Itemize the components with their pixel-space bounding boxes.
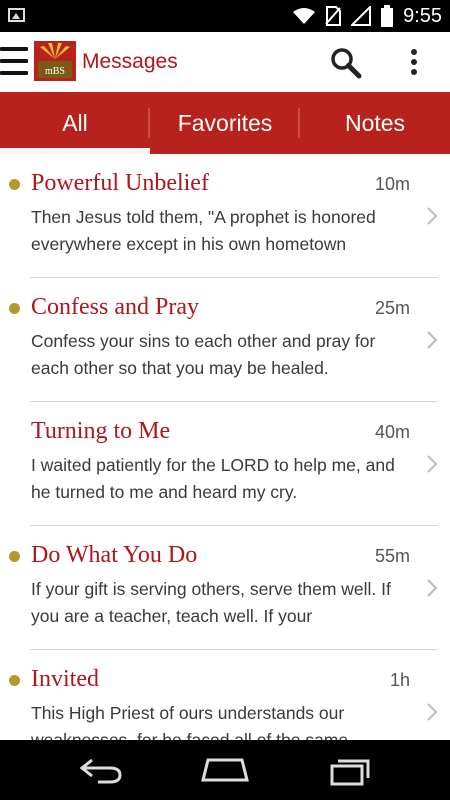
message-preview: I waited patiently for the LORD to help … xyxy=(31,455,395,502)
no-sim-icon xyxy=(325,6,342,26)
message-title: Invited xyxy=(31,666,99,692)
chevron-right-icon xyxy=(427,207,438,225)
unread-indicator xyxy=(9,179,20,190)
signal-icon xyxy=(351,6,372,26)
image-notification-icon xyxy=(8,8,25,22)
chevron-right-icon xyxy=(427,455,438,473)
status-time: 9:55 xyxy=(403,4,442,27)
page-title: Messages xyxy=(82,50,178,73)
tab-label: All xyxy=(62,109,88,136)
message-title: Powerful Unbelief xyxy=(31,170,209,196)
menu-icon[interactable] xyxy=(0,45,28,79)
overflow-menu-icon[interactable] xyxy=(402,45,426,79)
tab-notes[interactable]: Notes xyxy=(300,92,450,154)
tab-label: Favorites xyxy=(177,109,273,136)
message-time: 40m xyxy=(374,422,410,442)
message-list[interactable]: Powerful Unbelief 10m Then Jesus told th… xyxy=(0,154,450,740)
tab-label: Notes xyxy=(344,109,406,136)
message-time: 55m xyxy=(374,546,410,566)
unread-indicator xyxy=(9,551,20,562)
unread-indicator xyxy=(9,303,20,314)
app-logo[interactable]: mBS xyxy=(34,41,76,81)
message-preview: Confess your sins to each other and pray… xyxy=(31,331,376,378)
list-item[interactable]: Powerful Unbelief 10m Then Jesus told th… xyxy=(0,154,450,278)
list-item[interactable]: Turning to Me 40m I waited patiently for… xyxy=(0,402,450,526)
tab-favorites[interactable]: Favorites xyxy=(150,92,300,154)
message-title: Turning to Me xyxy=(31,418,171,444)
back-icon[interactable] xyxy=(76,754,126,786)
list-item[interactable]: Invited 1h This High Priest of ours unde… xyxy=(0,650,450,740)
chevron-right-icon xyxy=(427,331,438,349)
battery-icon xyxy=(381,5,394,27)
message-title: Do What You Do xyxy=(31,542,198,568)
chevron-right-icon xyxy=(427,703,438,721)
list-item[interactable]: Do What You Do 55m If your gift is servi… xyxy=(0,526,450,650)
message-preview: If your gift is serving others, serve th… xyxy=(31,579,391,626)
action-bar: mBS Messages xyxy=(0,32,450,92)
status-icons: 9:55 xyxy=(293,0,442,32)
tab-all[interactable]: All xyxy=(0,92,150,154)
message-time: 10m xyxy=(374,174,410,194)
message-time: 25m xyxy=(374,298,410,318)
message-time: 1h xyxy=(389,670,410,690)
message-preview: Then Jesus told them, "A prophet is hono… xyxy=(31,207,376,254)
status-bar: 9:55 xyxy=(0,0,450,32)
wifi-icon xyxy=(293,8,316,24)
chevron-right-icon xyxy=(427,579,438,597)
unread-indicator xyxy=(9,675,20,686)
list-item[interactable]: Confess and Pray 25m Confess your sins t… xyxy=(0,278,450,402)
search-icon[interactable] xyxy=(328,45,362,79)
message-title: Confess and Pray xyxy=(31,294,199,320)
svg-text:mBS: mBS xyxy=(45,66,65,77)
home-icon[interactable] xyxy=(200,754,250,786)
message-preview: This High Priest of ours understands our… xyxy=(31,703,349,740)
tab-bar: All Favorites Notes xyxy=(0,92,450,154)
navigation-bar xyxy=(0,740,450,800)
recent-apps-icon[interactable] xyxy=(326,754,376,786)
